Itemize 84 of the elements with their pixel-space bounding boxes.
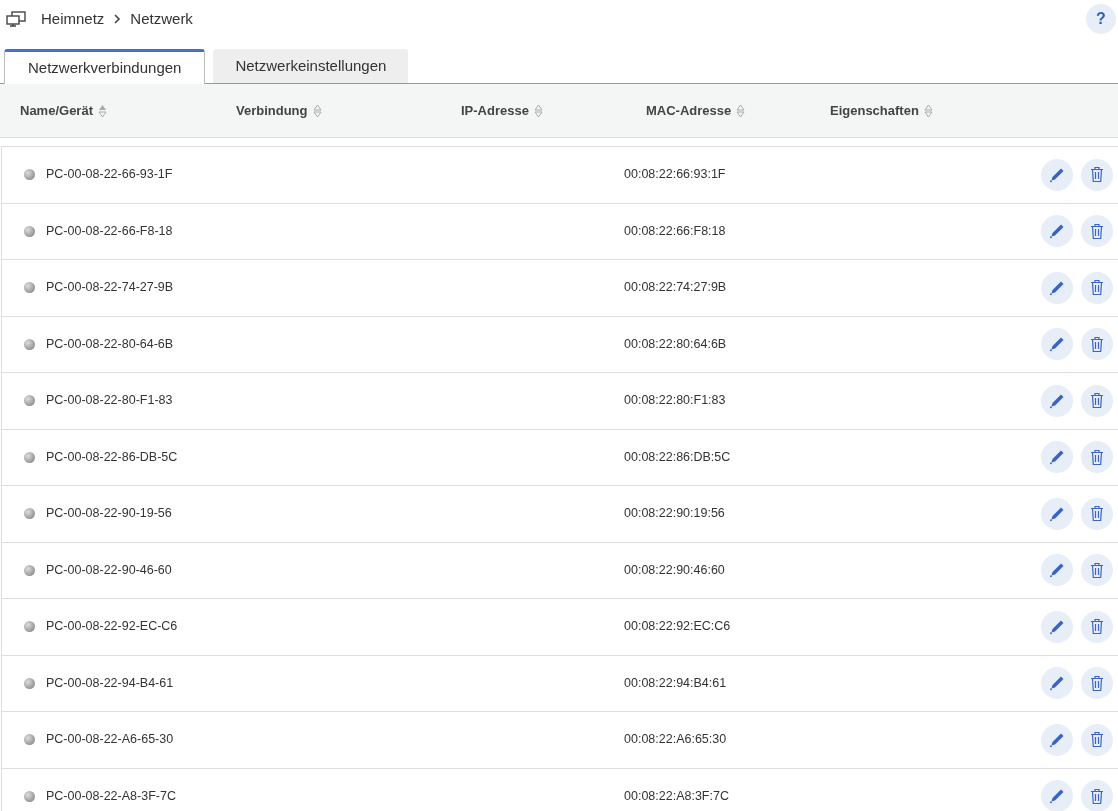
mac-address: 00:08:22:92:EC:C6 [624, 618, 731, 636]
trash-icon [1090, 335, 1104, 353]
delete-button[interactable] [1081, 441, 1113, 474]
breadcrumb-link[interactable]: Heimnetz [41, 7, 105, 31]
pencil-icon [1049, 449, 1065, 466]
computer-icon [6, 11, 26, 27]
help-button[interactable]: ? [1086, 4, 1116, 34]
trash-icon [1090, 561, 1104, 579]
trash-icon [1090, 731, 1104, 749]
mac-address: 00:08:22:94:B4:61 [624, 674, 727, 692]
device-name: PC-00-08-22-92-EC-C6 [46, 618, 179, 636]
chevron-right-icon [113, 13, 122, 25]
mac-address: 00:08:22:80:64:6B [624, 335, 727, 353]
pencil-icon [1049, 505, 1065, 522]
device-name: PC-00-08-22-94-B4-61 [46, 674, 175, 692]
device-name: PC-00-08-22-A6-65-30 [46, 731, 175, 749]
pencil-icon [1049, 166, 1065, 183]
delete-button[interactable] [1081, 328, 1113, 361]
column-header[interactable]: Verbindung [236, 100, 308, 121]
delete-button[interactable] [1081, 554, 1113, 587]
edit-button[interactable] [1041, 328, 1073, 361]
delete-button[interactable] [1081, 667, 1113, 700]
delete-button[interactable] [1081, 215, 1113, 248]
trash-icon [1090, 448, 1104, 466]
pencil-icon [1049, 279, 1065, 296]
edit-button[interactable] [1041, 497, 1073, 530]
edit-button[interactable] [1041, 780, 1073, 811]
device-name: PC-00-08-22-80-F1-83 [46, 392, 174, 410]
column-header[interactable]: Eigenschaften [830, 100, 919, 121]
device-name: PC-00-08-22-66-93-1F [46, 166, 174, 184]
edit-button[interactable] [1041, 215, 1073, 248]
mac-address: 00:08:22:86:DB:5C [624, 448, 731, 466]
pencil-icon [1049, 618, 1065, 635]
mac-address: 00:08:22:66:F8:18 [624, 222, 726, 240]
trash-icon [1090, 618, 1104, 636]
delete-button[interactable] [1081, 610, 1113, 643]
edit-button[interactable] [1041, 271, 1073, 304]
mac-address: 00:08:22:A8:3F:7C [624, 787, 729, 805]
pencil-icon [1049, 731, 1065, 748]
mac-address: 00:08:22:90:19:56 [624, 505, 725, 523]
pencil-icon [1049, 223, 1065, 240]
edit-button[interactable] [1041, 384, 1073, 417]
trash-icon [1090, 674, 1104, 692]
edit-button[interactable] [1041, 554, 1073, 587]
device-name: PC-00-08-22-74-27-9B [46, 279, 175, 297]
mac-address: 00:08:22:90:46:60 [624, 561, 725, 579]
device-name: PC-00-08-22-66-F8-18 [46, 222, 174, 240]
trash-icon [1090, 392, 1104, 410]
trash-icon [1090, 222, 1104, 240]
trash-icon [1090, 505, 1104, 523]
delete-button[interactable] [1081, 780, 1113, 811]
column-header[interactable]: IP-Adresse [461, 100, 529, 121]
tab[interactable]: Netzwerkeinstellungen [213, 49, 409, 83]
device-name: PC-00-08-22-90-46-60 [46, 561, 173, 579]
pencil-icon [1049, 562, 1065, 579]
edit-button[interactable] [1041, 723, 1073, 756]
mac-address: 00:08:22:80:F1:83 [624, 392, 726, 410]
edit-button[interactable] [1041, 610, 1073, 643]
delete-button[interactable] [1081, 271, 1113, 304]
pencil-icon [1049, 788, 1065, 805]
tab[interactable]: Netzwerkverbindungen [4, 49, 206, 84]
delete-button[interactable] [1081, 158, 1113, 191]
edit-button[interactable] [1041, 158, 1073, 191]
device-name: PC-00-08-22-80-64-6B [46, 335, 175, 353]
device-name: PC-00-08-22-A8-3F-7C [46, 787, 177, 805]
pencil-icon [1049, 675, 1065, 692]
delete-button[interactable] [1081, 497, 1113, 530]
device-name: PC-00-08-22-90-19-56 [46, 505, 173, 523]
mac-address: 00:08:22:74:27:9B [624, 279, 727, 297]
device-name: PC-00-08-22-86-DB-5C [46, 448, 179, 466]
column-header[interactable]: MAC-Adresse [646, 100, 732, 121]
edit-button[interactable] [1041, 667, 1073, 700]
column-header[interactable]: Name/Gerät [20, 100, 93, 121]
delete-button[interactable] [1081, 723, 1113, 756]
trash-icon [1090, 166, 1104, 184]
breadcrumb-link[interactable]: Netzwerk [130, 7, 193, 31]
trash-icon [1090, 787, 1104, 805]
edit-button[interactable] [1041, 441, 1073, 474]
mac-address: 00:08:22:66:93:1F [624, 166, 726, 184]
trash-icon [1090, 279, 1104, 297]
delete-button[interactable] [1081, 384, 1113, 417]
mac-address: 00:08:22:A6:65:30 [624, 731, 727, 749]
pencil-icon [1049, 392, 1065, 409]
pencil-icon [1049, 336, 1065, 353]
